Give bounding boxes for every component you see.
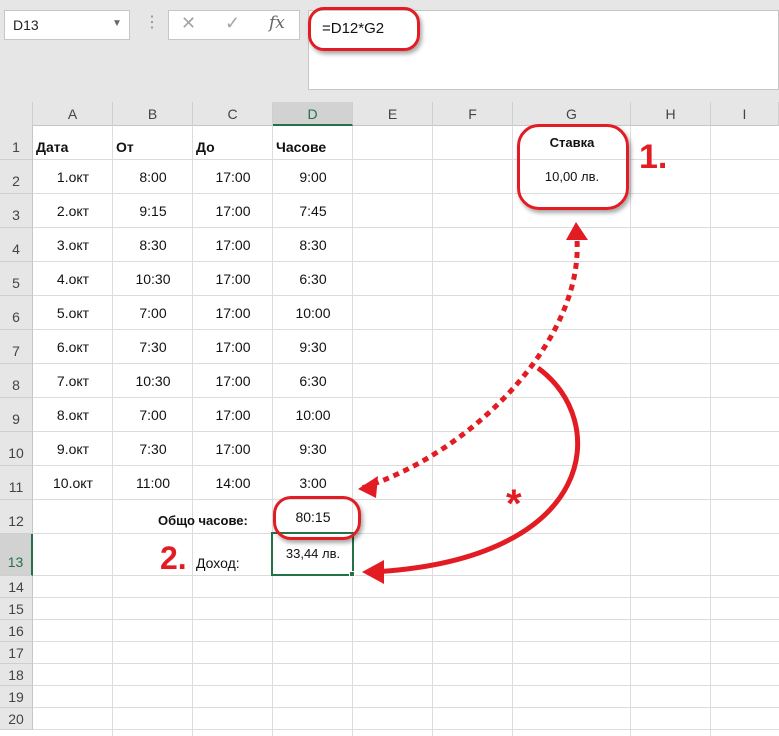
dotted-arrow-head-top — [566, 222, 588, 240]
dotted-arrow-head-bottom — [358, 476, 378, 498]
annotation-arrows — [358, 222, 588, 584]
dotted-arrow — [361, 229, 580, 491]
solid-arrow-head — [362, 560, 384, 584]
